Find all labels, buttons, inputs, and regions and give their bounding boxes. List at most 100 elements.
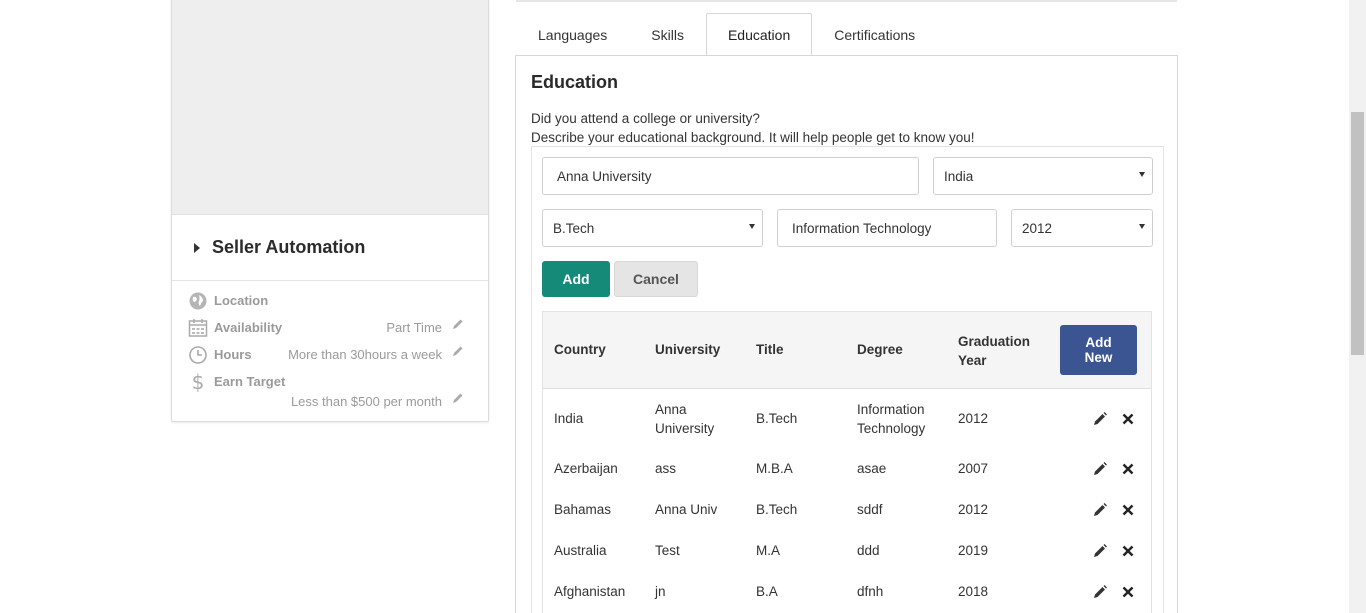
title-select-value: B.Tech (553, 220, 595, 236)
delete-x-icon[interactable] (1121, 412, 1135, 426)
cell-degree: dfnh (857, 584, 884, 599)
table-header: Country University Title Degree Graduati… (543, 312, 1151, 389)
tab-skills[interactable]: Skills (629, 13, 706, 56)
availability-label: Availability (214, 320, 283, 335)
table-row: India Anna University B.Tech Information… (543, 398, 1151, 448)
tab-certifications[interactable]: Certifications (812, 13, 937, 56)
calendar-icon (188, 319, 208, 337)
university-input[interactable]: Anna University (542, 157, 919, 195)
scrollbar-thumb[interactable] (1351, 112, 1364, 355)
cell-university: Anna University (655, 400, 714, 438)
cell-year: 2007 (958, 461, 989, 476)
tab-education[interactable]: Education (705, 13, 813, 57)
cell-degree: Information Technology (857, 400, 925, 438)
top-divider (516, 0, 1177, 2)
info-row-location: Location (188, 289, 478, 316)
location-label: Location (214, 293, 269, 308)
degree-input[interactable]: Information Technology (777, 209, 997, 247)
info-row-availability: Availability Part Time (188, 316, 478, 343)
seller-automation-title: Seller Automation (212, 237, 366, 257)
cell-degree-line1: Information (857, 402, 925, 417)
country-select[interactable]: India (933, 157, 1153, 195)
dollar-icon: $ (192, 372, 205, 392)
page: Seller Automation Location Availability (0, 0, 1366, 613)
edit-hours-icon[interactable] (452, 345, 464, 357)
svg-text:$: $ (192, 372, 205, 392)
cell-year: 2018 (958, 584, 989, 599)
edit-pencil-icon[interactable] (1093, 412, 1107, 426)
tab-languages[interactable]: Languages (516, 13, 629, 56)
edit-earn-target-icon[interactable] (452, 392, 464, 404)
header-graduation-year-line2: Year (958, 353, 987, 368)
add-new-line2: New (1084, 350, 1113, 365)
header-university: University (655, 342, 721, 357)
header-country: Country (554, 342, 606, 357)
cell-university: Test (655, 543, 680, 558)
earn-target-value: Less than $500 per month (290, 394, 442, 409)
add-button[interactable]: Add (542, 261, 610, 297)
edit-pencil-icon[interactable] (1093, 462, 1107, 476)
profile-tabs: Languages Skills Education Certification… (516, 13, 937, 57)
cell-university: ass (655, 461, 677, 476)
info-row-hours: Hours More than 30hours a week (188, 343, 478, 370)
edit-pencil-icon[interactable] (1093, 544, 1107, 558)
seller-info-list: Location Availability Part Time Hours Mo… (188, 289, 478, 410)
edit-pencil-icon[interactable] (1093, 503, 1107, 517)
info-row-earn-target: $ Earn Target Less than $500 per month (188, 370, 478, 410)
chevron-down-icon (749, 224, 755, 229)
seller-automation-toggle[interactable]: Seller Automation (172, 215, 488, 281)
table-row: Australia Test M.A ddd 2019 (543, 541, 1151, 560)
cell-degree: asae (857, 461, 887, 476)
header-degree: Degree (857, 342, 903, 357)
cell-title: B.A (756, 584, 778, 599)
title-select[interactable]: B.Tech (542, 209, 763, 247)
table-row: Bahamas Anna Univ B.Tech sddf 2012 (543, 500, 1151, 519)
cell-university-line2: University (655, 421, 715, 436)
education-panel: Education Did you attend a college or un… (515, 55, 1178, 613)
year-select-value: 2012 (1022, 220, 1053, 236)
university-input-value: Anna University (557, 168, 652, 184)
cell-degree: ddd (857, 543, 880, 558)
earn-target-label: Earn Target (214, 374, 286, 389)
header-graduation-year: Graduation Year (958, 332, 1030, 370)
cell-title: B.Tech (756, 502, 798, 517)
cell-country: Bahamas (554, 502, 612, 517)
cell-degree: sddf (857, 502, 883, 517)
edit-pencil-icon[interactable] (1093, 585, 1107, 599)
header-graduation-year-line1: Graduation (958, 334, 1031, 349)
delete-x-icon[interactable] (1121, 462, 1135, 476)
availability-value: Part Time (386, 320, 442, 335)
delete-x-icon[interactable] (1121, 585, 1135, 599)
cell-title: B.Tech (756, 411, 798, 426)
chevron-down-icon (1139, 172, 1145, 177)
cell-country: Afghanistan (554, 584, 626, 599)
profile-image-area (172, 0, 488, 215)
edit-availability-icon[interactable] (452, 318, 464, 330)
education-description: Did you attend a college or university? … (531, 109, 975, 147)
cell-year: 2012 (958, 502, 989, 517)
table-row: Azerbaijan ass M.B.A asae 2007 (543, 459, 1151, 478)
seller-profile-card: Seller Automation Location Availability (171, 0, 489, 422)
hours-value: More than 30hours a week (288, 347, 442, 362)
cell-title: M.A (756, 543, 781, 558)
hours-label: Hours (214, 347, 252, 362)
cell-year: 2019 (958, 543, 989, 558)
header-title: Title (756, 342, 784, 357)
description-line-1: Did you attend a college or university? (531, 111, 760, 126)
add-new-button[interactable]: Add New (1060, 325, 1137, 375)
education-title: Education (531, 72, 619, 92)
table-row: Afghanistan jn B.A dfnh 2018 (543, 582, 1151, 601)
graduation-year-select[interactable]: 2012 (1011, 209, 1153, 247)
add-new-line1: Add (1085, 335, 1112, 350)
delete-x-icon[interactable] (1121, 503, 1135, 517)
education-table: Country University Title Degree Graduati… (542, 311, 1152, 613)
cell-title: M.B.A (756, 461, 793, 476)
cancel-button[interactable]: Cancel (614, 261, 698, 297)
cell-year: 2012 (958, 411, 989, 426)
description-line-2: Describe your educational background. It… (531, 130, 975, 145)
cell-country: India (554, 411, 584, 426)
delete-x-icon[interactable] (1121, 544, 1135, 558)
education-form: Anna University India B.Tech Information… (531, 146, 1164, 613)
cell-country: Azerbaijan (554, 461, 618, 476)
cell-university: jn (655, 584, 666, 599)
